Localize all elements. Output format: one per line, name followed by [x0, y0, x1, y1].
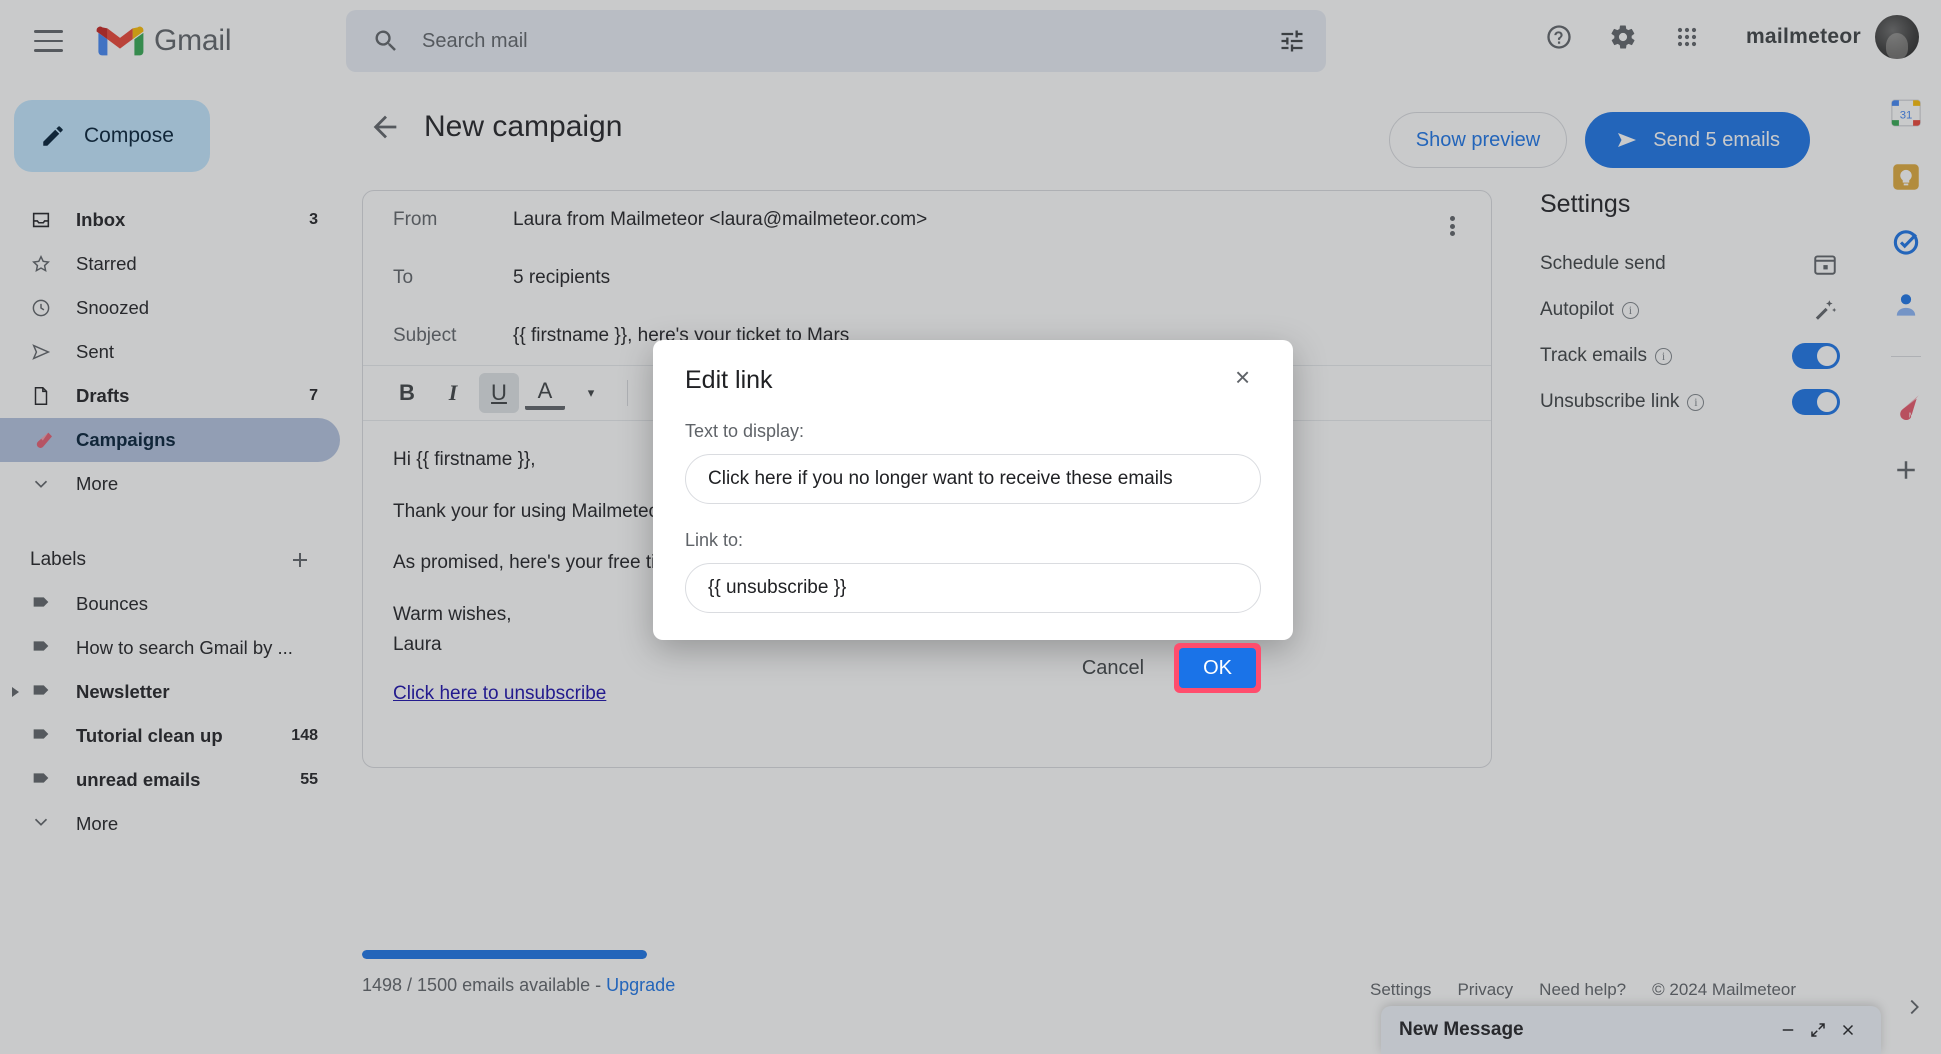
edit-link-dialog: Edit link × Text to display: Link to: Ca…	[653, 340, 1293, 693]
text-to-display-label: Text to display:	[685, 421, 805, 441]
close-icon[interactable]: ×	[1235, 364, 1261, 392]
text-to-display-input[interactable]	[685, 454, 1261, 504]
dialog-header: Edit link ×	[685, 364, 1261, 395]
link-to-input[interactable]	[685, 563, 1261, 613]
ok-button[interactable]: OK	[1179, 648, 1256, 688]
link-to-label: Link to:	[685, 530, 744, 550]
dialog-actions: Cancel OK	[685, 643, 1261, 693]
ok-button-highlight: OK	[1174, 643, 1261, 693]
gmail-mailmeteor-app: Gmail mailmeteor	[0, 0, 1941, 1054]
dialog-title: Edit link	[685, 366, 773, 394]
cancel-button[interactable]: Cancel	[1062, 646, 1164, 690]
